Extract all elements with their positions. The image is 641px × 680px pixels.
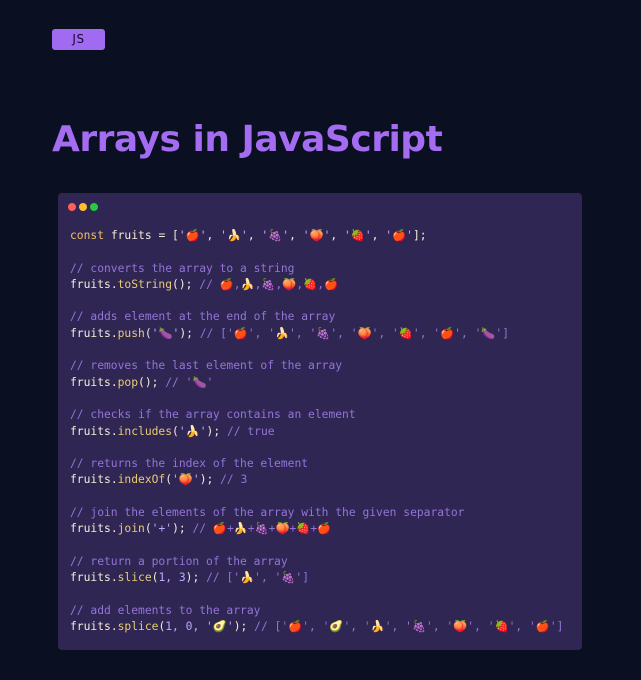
code-statement: fruits.slice(1, 3); // ['🍌', '🍇'] xyxy=(70,570,574,586)
result-comment: // 🍎,🍌,🍇,🍑,🍓,🍎 xyxy=(199,277,339,291)
method-name: indexOf xyxy=(117,473,166,487)
method-args: '+' xyxy=(151,522,173,536)
page-title: Arrays in JavaScript xyxy=(52,119,443,160)
variable-name: fruits xyxy=(110,229,152,242)
code-comment: // join the elements of the array with t… xyxy=(70,506,465,520)
punctuation: ); xyxy=(206,424,227,438)
object-name: fruits xyxy=(70,522,111,536)
code-comment: // adds element at the end of the array xyxy=(70,310,336,324)
assign-op: = [ xyxy=(151,229,179,242)
method-name: pop xyxy=(117,375,139,389)
code-statement: fruits.push('🍆'); // ['🍎', '🍌', '🍇', '🍑'… xyxy=(70,326,574,342)
array-item: '🍎' xyxy=(385,229,413,242)
method-name: splice xyxy=(117,620,159,634)
punctuation: ); xyxy=(144,375,166,389)
punctuation: ); xyxy=(199,473,221,487)
punctuation: . xyxy=(110,571,118,585)
array-item: '🍓' xyxy=(343,229,372,242)
method-args: 1, 3 xyxy=(158,571,186,585)
object-name: fruits xyxy=(70,277,111,291)
punctuation: ( xyxy=(144,522,152,536)
punctuation: . xyxy=(110,473,118,487)
language-badge: JS xyxy=(52,29,105,50)
punctuation: ( xyxy=(138,375,145,389)
punctuation: ); xyxy=(172,522,193,536)
result-comment: // '🍆' xyxy=(165,375,214,389)
punctuation: . xyxy=(110,620,118,634)
code-statement: fruits.includes('🍌'); // true xyxy=(70,424,574,440)
code-comment: // returns the index of the element xyxy=(70,457,309,471)
object-name: fruits xyxy=(70,620,111,634)
punctuation: . xyxy=(110,375,118,389)
array-item: '🍎' xyxy=(178,229,207,242)
object-name: fruits xyxy=(70,473,111,487)
method-name: slice xyxy=(117,571,152,585)
punctuation: ( xyxy=(172,277,179,291)
result-comment: // ['🍎', '🍌', '🍇', '🍑', '🍓', '🍎', '🍆'] xyxy=(199,326,510,340)
code-statement: fruits.indexOf('🍑'); // 3 xyxy=(70,472,574,488)
code-comment: // return a portion of the array xyxy=(70,554,288,568)
result-comment: // ['🍎', '🥑', '🍌', '🍇', '🍑', '🍓', '🍎'] xyxy=(254,620,564,634)
object-name: fruits xyxy=(70,326,111,340)
close-dot-icon xyxy=(68,203,76,211)
code-statement: fruits.toString(); // 🍎,🍌,🍇,🍑,🍓,🍎 xyxy=(70,277,574,293)
code-comment: // converts the array to a string xyxy=(70,261,295,275)
code-line-declaration: const fruits = ['🍎', '🍌', '🍇', '🍑', '🍓',… xyxy=(70,229,427,242)
punctuation: ); xyxy=(185,571,207,585)
result-comment: // ['🍌', '🍇'] xyxy=(206,571,310,585)
array-end: ]; xyxy=(412,229,427,242)
code-window: const fruits = ['🍎', '🍌', '🍇', '🍑', '🍓',… xyxy=(58,193,582,650)
punctuation: ); xyxy=(233,620,255,634)
punctuation: ); xyxy=(179,326,200,340)
result-comment: // 🍎+🍌+🍇+🍑+🍓+🍎 xyxy=(192,522,332,536)
punctuation: . xyxy=(110,326,118,340)
array-item: '🍑' xyxy=(302,229,331,242)
method-name: push xyxy=(117,326,145,340)
punctuation: ( xyxy=(144,326,152,340)
punctuation: ( xyxy=(172,424,179,438)
punctuation: ); xyxy=(178,277,200,291)
array-item: '🍇' xyxy=(261,229,290,242)
object-name: fruits xyxy=(70,424,111,438)
keyword: const xyxy=(70,229,105,242)
code-statement: fruits.splice(1, 0, '🥑'); // ['🍎', '🥑', … xyxy=(70,619,574,635)
punctuation: . xyxy=(110,424,118,438)
code-statement: fruits.pop(); // '🍆' xyxy=(70,375,574,391)
result-comment: // 3 xyxy=(220,473,248,487)
window-controls xyxy=(68,203,101,212)
punctuation: . xyxy=(110,522,118,536)
object-name: fruits xyxy=(70,571,111,585)
method-name: toString xyxy=(117,277,173,291)
punctuation: . xyxy=(110,277,118,291)
code-comment: // removes the last element of the array xyxy=(70,359,343,373)
method-args: '🍑' xyxy=(172,473,200,487)
method-args: '🍌' xyxy=(178,424,207,438)
maximize-dot-icon xyxy=(90,203,98,211)
code-block: const fruits = ['🍎', '🍌', '🍇', '🍑', '🍓',… xyxy=(70,228,574,635)
method-name: includes xyxy=(117,424,173,438)
minimize-dot-icon xyxy=(79,203,87,211)
array-item: '🍌' xyxy=(220,229,248,242)
code-comment: // checks if the array contains an eleme… xyxy=(70,408,356,422)
method-name: join xyxy=(117,522,145,536)
result-comment: // true xyxy=(226,424,275,438)
code-comment: // add elements to the array xyxy=(70,603,261,617)
method-args: '🍆' xyxy=(151,326,180,340)
code-statement: fruits.join('+'); // 🍎+🍌+🍇+🍑+🍓+🍎 xyxy=(70,521,574,537)
method-args: 1, 0, '🥑' xyxy=(165,620,234,634)
object-name: fruits xyxy=(70,375,111,389)
